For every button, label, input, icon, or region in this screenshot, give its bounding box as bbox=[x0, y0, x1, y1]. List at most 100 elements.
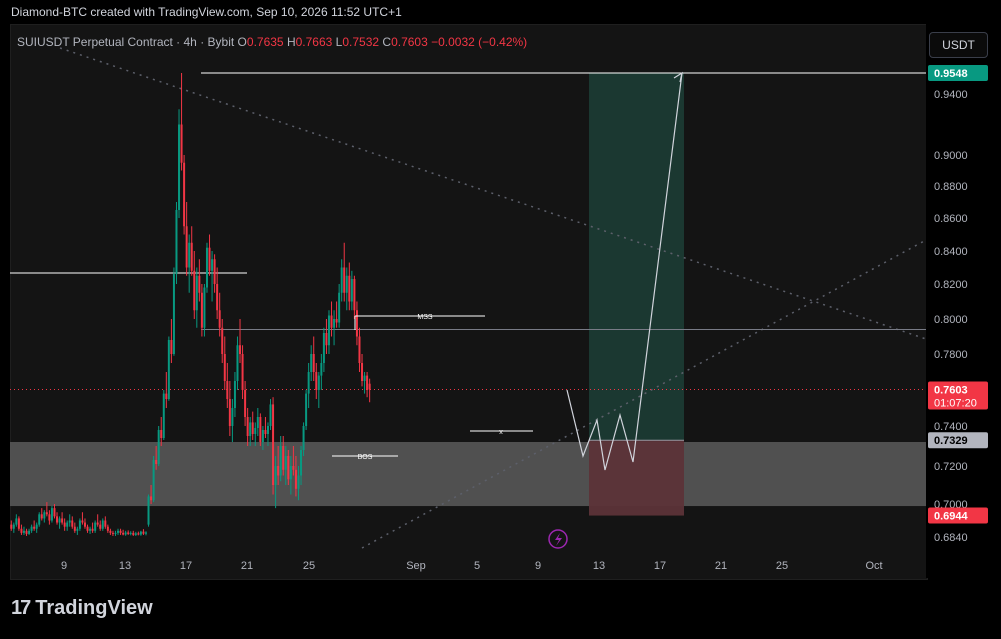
candle-body bbox=[274, 466, 277, 485]
candle-body bbox=[211, 259, 214, 271]
candle-body bbox=[119, 530, 122, 533]
mss-label: MSS bbox=[417, 314, 433, 321]
candle-body bbox=[277, 466, 280, 476]
x-tick-label: 21 bbox=[241, 560, 253, 572]
candle-body bbox=[325, 333, 328, 346]
candle-body bbox=[48, 514, 51, 521]
candle-body bbox=[368, 383, 371, 390]
candle-body bbox=[106, 526, 109, 531]
y-tick-label: 0.7800 bbox=[934, 349, 968, 361]
candle-body bbox=[114, 532, 117, 534]
candle-body bbox=[58, 518, 61, 523]
y-tick-label: 0.9400 bbox=[934, 89, 968, 101]
candle-body bbox=[272, 404, 275, 485]
descending-trendline bbox=[59, 47, 927, 340]
x-tick-label: 9 bbox=[61, 560, 67, 572]
high-label: H bbox=[286, 35, 296, 49]
candle-body bbox=[358, 336, 361, 363]
candle-body bbox=[150, 496, 153, 501]
candle-body bbox=[343, 267, 346, 293]
candle-body bbox=[284, 456, 287, 470]
x-tick-label: 25 bbox=[303, 560, 315, 572]
candle-body bbox=[251, 422, 254, 434]
candle-body bbox=[317, 375, 320, 390]
candle-body bbox=[345, 275, 348, 293]
candle-body bbox=[28, 530, 31, 534]
candle-body bbox=[170, 340, 173, 354]
bar-countdown: 01:07:20 bbox=[934, 397, 977, 409]
sweep-label: x bbox=[499, 429, 503, 436]
candle-body bbox=[91, 528, 94, 531]
candle-body bbox=[266, 426, 269, 434]
candle-body bbox=[198, 275, 201, 293]
candle-body bbox=[254, 428, 257, 434]
price-tag-value: 0.7329 bbox=[934, 435, 968, 447]
currency-button[interactable]: USDT bbox=[929, 32, 988, 58]
demand-zone bbox=[10, 442, 926, 507]
candle-body bbox=[350, 279, 353, 302]
candle-body bbox=[43, 512, 46, 519]
candle-body bbox=[78, 520, 81, 529]
bos-label: BOS bbox=[358, 454, 373, 461]
candle-body bbox=[226, 381, 229, 399]
candle-body bbox=[244, 390, 247, 417]
close-label: C bbox=[382, 35, 392, 49]
candle-body bbox=[279, 446, 282, 476]
symbol-name[interactable]: SUIUSDT Perpetual Contract · 4h · Bybit bbox=[17, 35, 234, 49]
y-tick-label: 0.6840 bbox=[934, 532, 968, 544]
candle-body bbox=[297, 475, 300, 489]
candlestick-chart[interactable]: MSS BOS x 9 13 17 21 25 Sep 5 9 13 17 21 25 Oct 0.9400 0.… bbox=[0, 0, 1001, 639]
candle-body bbox=[315, 372, 318, 390]
candle-body bbox=[355, 310, 358, 337]
candle-body bbox=[20, 528, 23, 533]
candle-body bbox=[228, 399, 231, 426]
profit-zone bbox=[589, 73, 684, 441]
candle-body bbox=[162, 393, 165, 438]
candle-body bbox=[213, 259, 216, 284]
high-value: 0.7663 bbox=[295, 35, 333, 49]
candle-body bbox=[216, 284, 219, 311]
candle-body bbox=[287, 456, 290, 480]
candle-body bbox=[338, 292, 341, 323]
candle-body bbox=[246, 417, 249, 436]
candle-body bbox=[22, 530, 25, 533]
candle-body bbox=[208, 247, 211, 271]
candle-body bbox=[322, 333, 325, 363]
candle-body bbox=[327, 315, 330, 346]
candle-body bbox=[282, 446, 285, 470]
symbol-legend: SUIUSDT Perpetual Contract · 4h · Bybit … bbox=[17, 35, 527, 49]
candle-body bbox=[269, 404, 272, 426]
candle-body bbox=[264, 430, 267, 434]
x-tick-label: Oct bbox=[865, 560, 882, 572]
y-tick-label: 0.8400 bbox=[934, 246, 968, 258]
candle-body bbox=[195, 275, 198, 311]
candle-body bbox=[117, 530, 120, 533]
candle-body bbox=[333, 319, 336, 328]
candle-body bbox=[231, 408, 234, 426]
candle-body bbox=[256, 417, 259, 428]
x-tick-label: 5 bbox=[474, 560, 480, 572]
y-tick-label: 0.7400 bbox=[934, 421, 968, 433]
candle-body bbox=[144, 532, 147, 534]
candle-body bbox=[25, 530, 28, 534]
candle-body bbox=[66, 522, 69, 527]
candle-body bbox=[185, 226, 188, 268]
candle-body bbox=[363, 375, 366, 381]
close-value: 0.7603 bbox=[391, 35, 428, 49]
loss-zone bbox=[589, 440, 684, 516]
candle-body bbox=[157, 430, 160, 464]
candle-body bbox=[307, 372, 310, 394]
change-value: −0.0032 (−0.42%) bbox=[431, 35, 528, 49]
x-tick-label: 13 bbox=[593, 560, 605, 572]
candle-body bbox=[183, 162, 186, 227]
candle-body bbox=[134, 533, 137, 535]
candle-body bbox=[205, 247, 208, 288]
candle-body bbox=[122, 532, 125, 535]
candle-body bbox=[239, 345, 242, 354]
tradingview-logo[interactable]: 17 TradingView bbox=[11, 597, 153, 621]
low-value: 0.7532 bbox=[342, 35, 380, 49]
candle-body bbox=[330, 315, 333, 328]
candle-body bbox=[99, 524, 102, 529]
candle-body bbox=[61, 518, 64, 523]
candle-body bbox=[152, 460, 155, 501]
